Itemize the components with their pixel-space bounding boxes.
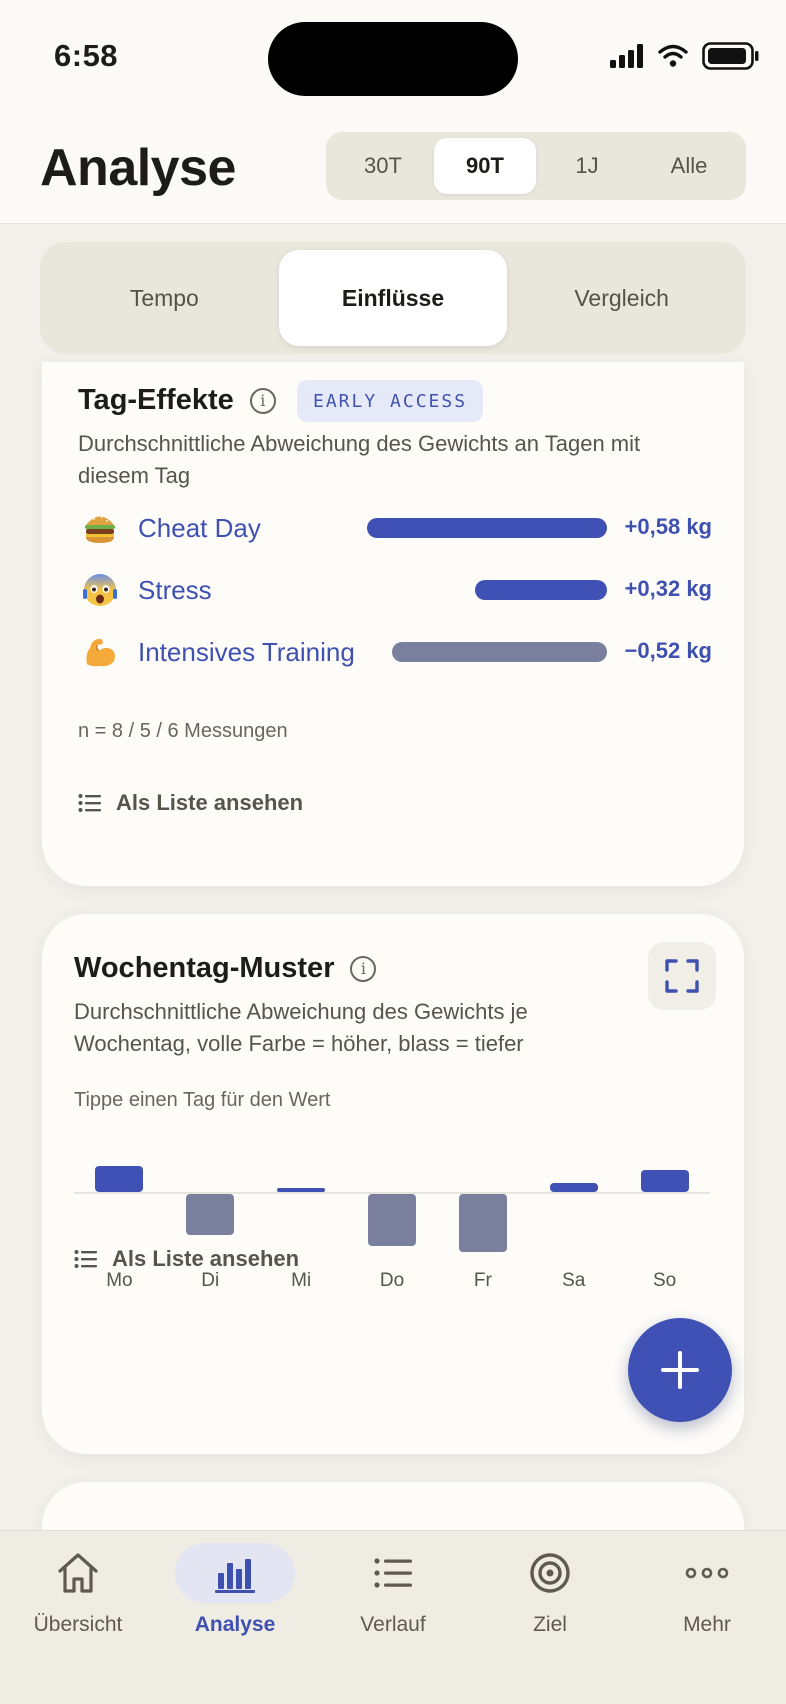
nav-icon-wrap bbox=[647, 1543, 767, 1603]
nav-item-mehr[interactable]: Mehr bbox=[632, 1531, 782, 1681]
page-title: Analyse bbox=[40, 139, 236, 197]
weekday-bar-mo[interactable] bbox=[95, 1166, 144, 1192]
info-icon[interactable]: i bbox=[350, 955, 377, 982]
fearful-face-icon bbox=[82, 572, 118, 608]
nav-item-verlauf[interactable]: Verlauf bbox=[318, 1531, 468, 1681]
weekday-label-di: Di bbox=[201, 1270, 220, 1291]
weekday-bar-di[interactable] bbox=[186, 1194, 235, 1235]
nav-label: Verlauf bbox=[360, 1613, 426, 1636]
weekday-header: Wochentag-Muster i bbox=[74, 952, 377, 985]
tag-effects-title: Tag-Effekte bbox=[78, 384, 234, 416]
target-icon bbox=[530, 1553, 570, 1593]
bar-chart-icon bbox=[215, 1559, 255, 1593]
range-selector: 30T 90T 1J Alle bbox=[326, 132, 746, 200]
nav-icon-wrap bbox=[490, 1543, 610, 1603]
status-bar: 6:58 bbox=[0, 0, 786, 118]
tag-effects-list-link[interactable]: Als Liste ansehen bbox=[78, 790, 303, 816]
nav-item-analyse[interactable]: Analyse bbox=[160, 1531, 310, 1681]
more-icon bbox=[685, 1567, 729, 1579]
effect-value: −0,52 kg bbox=[624, 638, 712, 663]
tab-vergleich[interactable]: Vergleich bbox=[507, 250, 736, 346]
weekday-bar-mi[interactable] bbox=[277, 1188, 326, 1192]
list-icon bbox=[78, 794, 101, 812]
weekday-label-so: So bbox=[652, 1270, 677, 1291]
effect-value: +0,32 kg bbox=[624, 576, 712, 601]
burger-icon bbox=[82, 510, 118, 546]
weekday-bar-fr[interactable] bbox=[458, 1194, 507, 1252]
effect-label: Cheat Day bbox=[138, 512, 261, 543]
sample-note: n = 8 / 5 / 6 Messungen bbox=[78, 720, 288, 742]
nav-label: Analyse bbox=[194, 1613, 276, 1636]
add-entry-button[interactable] bbox=[628, 1318, 732, 1422]
effect-value: +0,58 kg bbox=[624, 514, 712, 539]
nav-icon-wrap bbox=[175, 1543, 295, 1603]
nav-item-ziel[interactable]: Ziel bbox=[475, 1531, 625, 1681]
nav-label: Mehr bbox=[683, 1613, 731, 1636]
list-icon bbox=[374, 1558, 412, 1588]
list-link-label: Als Liste ansehen bbox=[112, 1246, 300, 1271]
status-time: 6:58 bbox=[54, 38, 119, 73]
tag-effects-header: Tag-Effekte i bbox=[78, 384, 276, 417]
home-icon bbox=[58, 1553, 98, 1593]
tab-einfluesse[interactable]: Einflüsse bbox=[278, 250, 508, 346]
weekday-label-fr: Fr bbox=[473, 1270, 492, 1291]
weekday-list-link[interactable]: Als Liste ansehen bbox=[74, 1246, 299, 1272]
plus-icon bbox=[661, 1351, 699, 1389]
weekday-bar-so[interactable] bbox=[640, 1170, 689, 1192]
range-option-alle[interactable]: Alle bbox=[638, 138, 740, 194]
tag-effects-description: Durchschnittliche Abweichung des Gewicht… bbox=[78, 431, 641, 488]
flexed-biceps-icon bbox=[82, 634, 118, 670]
battery-icon bbox=[702, 42, 759, 70]
weekday-description: Durchschnittliche Abweichung des Gewicht… bbox=[74, 999, 528, 1056]
nav-icon-wrap bbox=[333, 1543, 453, 1603]
bottom-nav: Übersicht Analyse Verlauf Ziel Mehr bbox=[0, 1530, 786, 1704]
range-option-30t[interactable]: 30T bbox=[332, 138, 434, 194]
weekday-label-mo: Mo bbox=[106, 1270, 133, 1291]
list-icon bbox=[74, 1250, 97, 1268]
effect-row-cheat-day[interactable]: Cheat Day +0,58 kg bbox=[82, 506, 712, 550]
status-icons bbox=[610, 42, 760, 70]
effect-label: Stress bbox=[138, 574, 212, 605]
range-option-90t[interactable]: 90T bbox=[434, 138, 536, 194]
header: Analyse 30T 90T 1J Alle bbox=[0, 118, 786, 224]
nav-label: Ziel bbox=[533, 1613, 567, 1636]
weekday-title: Wochentag-Muster bbox=[74, 952, 335, 984]
range-option-1j[interactable]: 1J bbox=[536, 138, 638, 194]
effect-row-intensives-training[interactable]: Intensives Training −0,52 kg bbox=[82, 630, 712, 674]
wifi-icon bbox=[658, 44, 688, 67]
early-access-badge: EARLY ACCESS bbox=[297, 380, 484, 422]
effect-row-stress[interactable]: Stress +0,32 kg bbox=[82, 568, 712, 612]
dynamic-island bbox=[268, 22, 518, 96]
tab-tempo[interactable]: Tempo bbox=[50, 250, 279, 346]
effect-bar-cheat-day bbox=[367, 518, 607, 538]
effect-label: Intensives Training bbox=[138, 636, 355, 667]
weekday-bar-do[interactable] bbox=[368, 1194, 416, 1246]
weekday-bar-sa[interactable] bbox=[549, 1183, 598, 1192]
analysis-tabs: Tempo Einflüsse Vergleich bbox=[40, 242, 746, 354]
weekday-label-do: Do bbox=[379, 1270, 405, 1291]
tag-effects-card: Tag-Effekte i EARLY ACCESS Durchschnittl… bbox=[42, 362, 744, 886]
cellular-signal-icon bbox=[610, 44, 643, 68]
nav-icon-wrap bbox=[18, 1543, 138, 1603]
expand-button[interactable] bbox=[648, 942, 716, 1010]
info-icon[interactable]: i bbox=[249, 387, 276, 414]
effect-bar-intensives-training bbox=[392, 642, 607, 662]
list-link-label: Als Liste ansehen bbox=[116, 790, 304, 815]
expand-icon bbox=[665, 959, 699, 993]
effect-bar-stress bbox=[475, 580, 607, 600]
nav-label: Übersicht bbox=[33, 1613, 123, 1636]
weekday-hint: Tippe einen Tag für den Wert bbox=[74, 1089, 331, 1111]
nav-item-uebersicht[interactable]: Übersicht bbox=[3, 1531, 153, 1681]
weekday-label-mi: Mi bbox=[291, 1270, 312, 1291]
weekday-label-sa: Sa bbox=[562, 1270, 586, 1291]
